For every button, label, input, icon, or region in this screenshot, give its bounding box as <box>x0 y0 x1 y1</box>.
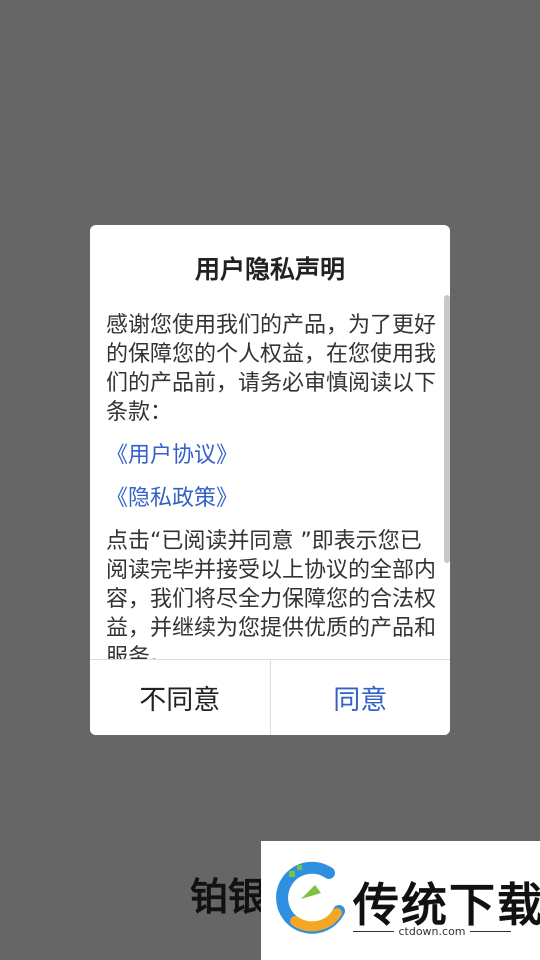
consent-text: 点击“已阅读并同意 ”即表示您已阅读完毕并接受以上协议的全部内容，我们将尽全力保… <box>106 529 437 659</box>
disagree-button[interactable]: 不同意 <box>90 660 271 735</box>
dialog-title: 用户隐私声明 <box>194 255 345 284</box>
scrollbar[interactable] <box>444 295 450 563</box>
dialog-button-row: 不同意 同意 <box>90 659 450 735</box>
dialog-scroll-content[interactable]: 感谢您使用我们的产品，为了更好的保障您的个人权益，在您使用我们的产品前，请务必审… <box>106 311 440 659</box>
divider <box>469 931 511 932</box>
agree-button[interactable]: 同意 <box>270 660 450 735</box>
watermark-url: ctdown.com <box>353 925 511 938</box>
ctdown-logo-icon <box>276 861 345 934</box>
user-agreement-link[interactable]: 《用户协议》 <box>106 441 440 470</box>
intro-text: 感谢您使用我们的产品，为了更好的保障您的个人权益，在您使用我们的产品前，请务必审… <box>106 313 437 425</box>
background-app-title: 铂银 <box>190 875 267 919</box>
privacy-dialog: 用户隐私声明 感谢您使用我们的产品，为了更好的保障您的个人权益，在您使用我们的产… <box>90 225 450 735</box>
watermark-url-text: ctdown.com <box>398 925 466 938</box>
watermark-banner: 传统下载 ctdown.com <box>261 841 540 960</box>
divider <box>353 931 395 932</box>
privacy-policy-link[interactable]: 《隐私政策》 <box>106 484 440 513</box>
